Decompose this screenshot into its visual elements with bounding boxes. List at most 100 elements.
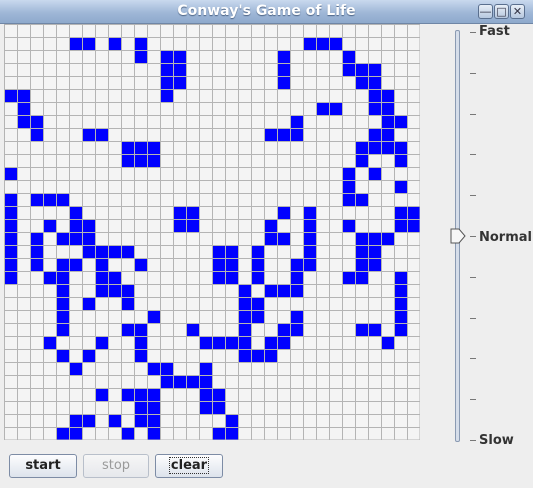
live-cell[interactable]	[277, 76, 290, 89]
live-cell[interactable]	[17, 102, 30, 115]
live-cell[interactable]	[290, 115, 303, 128]
live-cell[interactable]	[173, 50, 186, 63]
live-cell[interactable]	[134, 401, 147, 414]
live-cell[interactable]	[381, 115, 394, 128]
live-cell[interactable]	[355, 232, 368, 245]
live-cell[interactable]	[368, 323, 381, 336]
live-cell[interactable]	[4, 271, 17, 284]
live-cell[interactable]	[277, 232, 290, 245]
live-cell[interactable]	[199, 375, 212, 388]
live-cell[interactable]	[82, 349, 95, 362]
live-cell[interactable]	[407, 219, 420, 232]
live-cell[interactable]	[394, 141, 407, 154]
live-cell[interactable]	[95, 284, 108, 297]
live-cell[interactable]	[56, 232, 69, 245]
live-cell[interactable]	[290, 258, 303, 271]
live-cell[interactable]	[82, 245, 95, 258]
live-cell[interactable]	[121, 323, 134, 336]
live-cell[interactable]	[160, 76, 173, 89]
live-cell[interactable]	[4, 167, 17, 180]
live-cell[interactable]	[290, 128, 303, 141]
live-cell[interactable]	[394, 180, 407, 193]
live-cell[interactable]	[30, 115, 43, 128]
close-icon[interactable]: ✕	[510, 4, 525, 19]
live-cell[interactable]	[342, 219, 355, 232]
live-cell[interactable]	[173, 63, 186, 76]
live-cell[interactable]	[303, 258, 316, 271]
live-cell[interactable]	[4, 89, 17, 102]
live-cell[interactable]	[407, 206, 420, 219]
live-cell[interactable]	[4, 206, 17, 219]
live-cell[interactable]	[69, 232, 82, 245]
live-cell[interactable]	[82, 297, 95, 310]
live-cell[interactable]	[225, 258, 238, 271]
live-cell[interactable]	[56, 349, 69, 362]
live-cell[interactable]	[381, 102, 394, 115]
live-cell[interactable]	[121, 388, 134, 401]
live-cell[interactable]	[368, 76, 381, 89]
live-cell[interactable]	[134, 349, 147, 362]
live-cell[interactable]	[212, 388, 225, 401]
live-cell[interactable]	[147, 388, 160, 401]
live-cell[interactable]	[238, 323, 251, 336]
live-cell[interactable]	[56, 284, 69, 297]
live-cell[interactable]	[225, 245, 238, 258]
live-cell[interactable]	[95, 128, 108, 141]
live-cell[interactable]	[355, 63, 368, 76]
live-cell[interactable]	[238, 336, 251, 349]
live-cell[interactable]	[95, 388, 108, 401]
live-cell[interactable]	[277, 323, 290, 336]
live-cell[interactable]	[199, 336, 212, 349]
live-cell[interactable]	[225, 336, 238, 349]
live-cell[interactable]	[147, 310, 160, 323]
live-cell[interactable]	[30, 232, 43, 245]
live-cell[interactable]	[355, 141, 368, 154]
live-cell[interactable]	[381, 232, 394, 245]
live-cell[interactable]	[134, 141, 147, 154]
live-cell[interactable]	[303, 206, 316, 219]
live-cell[interactable]	[394, 206, 407, 219]
live-cell[interactable]	[160, 89, 173, 102]
live-cell[interactable]	[264, 128, 277, 141]
live-cell[interactable]	[212, 336, 225, 349]
live-cell[interactable]	[69, 37, 82, 50]
live-cell[interactable]	[342, 63, 355, 76]
live-cell[interactable]	[121, 427, 134, 440]
clear-button[interactable]: clear	[155, 454, 223, 478]
live-cell[interactable]	[108, 271, 121, 284]
live-cell[interactable]	[43, 193, 56, 206]
live-cell[interactable]	[277, 63, 290, 76]
live-cell[interactable]	[160, 362, 173, 375]
live-cell[interactable]	[56, 310, 69, 323]
live-cell[interactable]	[251, 349, 264, 362]
live-cell[interactable]	[238, 349, 251, 362]
live-cell[interactable]	[134, 336, 147, 349]
live-cell[interactable]	[134, 388, 147, 401]
live-cell[interactable]	[329, 37, 342, 50]
live-cell[interactable]	[212, 401, 225, 414]
live-cell[interactable]	[212, 245, 225, 258]
live-cell[interactable]	[56, 258, 69, 271]
live-cell[interactable]	[186, 206, 199, 219]
live-cell[interactable]	[173, 219, 186, 232]
live-cell[interactable]	[277, 336, 290, 349]
live-cell[interactable]	[342, 167, 355, 180]
live-cell[interactable]	[264, 349, 277, 362]
live-cell[interactable]	[277, 50, 290, 63]
live-cell[interactable]	[69, 414, 82, 427]
live-cell[interactable]	[381, 89, 394, 102]
live-cell[interactable]	[199, 388, 212, 401]
live-cell[interactable]	[134, 414, 147, 427]
live-cell[interactable]	[69, 206, 82, 219]
live-cell[interactable]	[368, 128, 381, 141]
live-cell[interactable]	[394, 323, 407, 336]
live-cell[interactable]	[355, 245, 368, 258]
live-cell[interactable]	[56, 427, 69, 440]
live-cell[interactable]	[264, 284, 277, 297]
live-cell[interactable]	[394, 219, 407, 232]
live-cell[interactable]	[212, 271, 225, 284]
live-cell[interactable]	[225, 414, 238, 427]
live-cell[interactable]	[95, 245, 108, 258]
live-cell[interactable]	[82, 232, 95, 245]
live-cell[interactable]	[251, 258, 264, 271]
